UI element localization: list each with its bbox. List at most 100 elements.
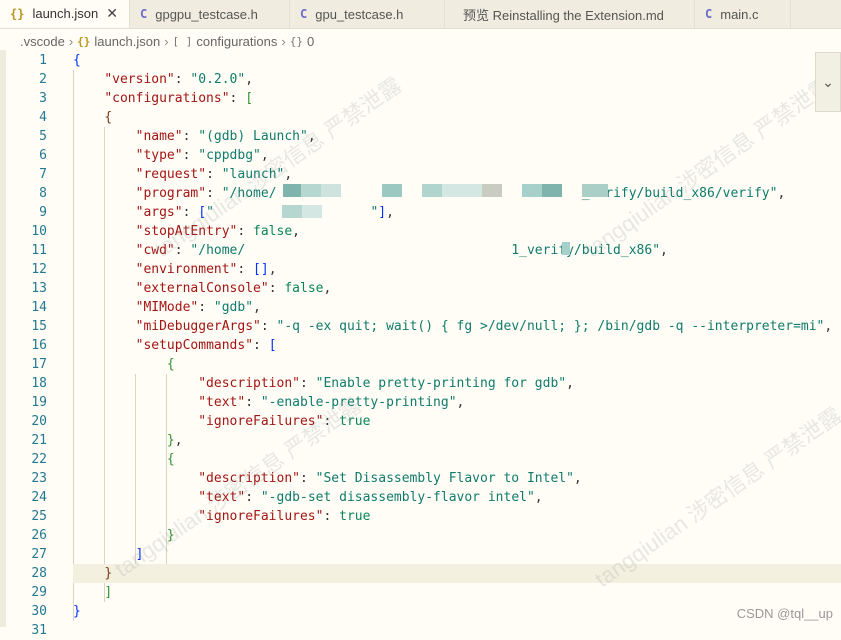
line-number: 24 <box>31 490 47 505</box>
line-number: 12 <box>31 262 47 277</box>
redaction-block <box>301 184 321 197</box>
line-number: 2 <box>39 72 47 87</box>
breadcrumb-folder[interactable]: .vscode <box>20 34 65 49</box>
code-line[interactable]: 10 "stopAtEntry": false, <box>0 222 841 241</box>
code-line[interactable]: 22 { <box>0 450 841 469</box>
code-line[interactable]: 20 "ignoreFailures": true <box>0 412 841 431</box>
line-number: 23 <box>31 471 47 486</box>
code-text: "environment": [], <box>135 262 277 277</box>
chevron-down-icon[interactable]: ⌄ <box>815 52 841 112</box>
tab-gpgpu-testcase-h[interactable]: Cgpgpu_testcase.h <box>130 0 290 28</box>
line-number: 11 <box>31 243 47 258</box>
line-number: 15 <box>31 319 47 334</box>
line-number: 16 <box>31 338 47 353</box>
code-text: "type": "cppdbg", <box>135 148 269 163</box>
code-line[interactable]: 15 "miDebuggerArgs": "-q -ex quit; wait(… <box>0 317 841 336</box>
csdn-credit: CSDN @tql__up <box>736 606 833 621</box>
close-icon[interactable]: ✕ <box>106 5 118 22</box>
breadcrumb-separator-icon: › <box>164 33 169 49</box>
redaction-block <box>562 242 570 255</box>
tab-label: 预览 Reinstalling the Extension.md <box>463 7 664 23</box>
line-number: 13 <box>31 281 47 296</box>
line-number: 20 <box>31 414 47 429</box>
code-text: "configurations": [ <box>104 91 254 106</box>
line-number: 14 <box>31 300 47 315</box>
breadcrumb-file[interactable]: launch.json <box>94 34 160 49</box>
line-number: 26 <box>31 528 47 543</box>
code-text: "version": "0.2.0", <box>104 72 254 87</box>
code-line[interactable]: 19 "text": "-enable-pretty-printing", <box>0 393 841 412</box>
line-number: 19 <box>31 395 47 410</box>
line-number: 27 <box>31 547 47 562</box>
line-number: 3 <box>39 91 47 106</box>
breadcrumb: .vscode › {} launch.json › [ ] configura… <box>20 32 314 50</box>
line-number: 8 <box>39 186 47 201</box>
redaction-block <box>282 205 302 218</box>
line-number: 7 <box>39 167 47 182</box>
tab-reinstalling-the-extension-md[interactable]: 预览 Reinstalling the Extension.md <box>445 0 695 28</box>
code-line[interactable]: 26 } <box>0 526 841 545</box>
code-line[interactable]: 11 "cwd": "/home/ 1_verify/build_x86", <box>0 241 841 260</box>
redaction-block <box>442 184 482 197</box>
code-line[interactable]: 2 "version": "0.2.0", <box>0 70 841 89</box>
tab-label: gpu_testcase.h <box>315 6 404 22</box>
code-editor[interactable]: 1{2 "version": "0.2.0", 3 "configurations… <box>0 51 841 638</box>
json-file-icon: {} <box>10 6 25 21</box>
line-number: 4 <box>39 110 47 125</box>
line-number: 22 <box>31 452 47 467</box>
code-line[interactable]: 16 "setupCommands": [ <box>0 336 841 355</box>
code-line[interactable]: 18 "description": "Enable pretty-printin… <box>0 374 841 393</box>
code-line[interactable]: 3 "configurations": [ <box>0 89 841 108</box>
line-number: 28 <box>31 566 47 581</box>
breadcrumb-item[interactable]: 0 <box>307 34 314 49</box>
code-line[interactable]: 4 { <box>0 108 841 127</box>
code-text: "miDebuggerArgs": "-q -ex quit; wait() {… <box>135 319 833 334</box>
code-text: } <box>104 566 113 581</box>
code-text: { <box>73 53 81 68</box>
code-line[interactable]: 17 { <box>0 355 841 374</box>
tab-bar: {} launch.json ✕ Cgpgpu_testcase.h Cgpu_test… <box>0 0 841 29</box>
code-text: { <box>104 110 113 125</box>
code-line[interactable]: 12 "environment": [], <box>0 260 841 279</box>
line-number: 17 <box>31 357 47 372</box>
code-text: ] <box>104 585 113 600</box>
code-line[interactable]: 8 "program": "/home/ _verify/build_x86/v… <box>0 184 841 203</box>
code-line[interactable]: 13 "externalConsole": false, <box>0 279 841 298</box>
redaction-block <box>482 184 502 197</box>
redaction-block <box>302 205 322 218</box>
redaction-block <box>542 184 562 197</box>
code-line[interactable]: 29 ] <box>0 583 841 602</box>
line-number: 18 <box>31 376 47 391</box>
breadcrumb-separator-icon: › <box>68 33 74 49</box>
code-text: "MIMode": "gdb", <box>135 300 261 315</box>
code-text: } <box>73 604 81 619</box>
c-file-icon: C <box>705 7 713 21</box>
code-line[interactable]: 30} <box>0 602 841 621</box>
code-text: "description": "Enable pretty-printing f… <box>198 376 574 391</box>
code-line[interactable]: 31 <box>0 621 841 640</box>
line-number: 10 <box>31 224 47 239</box>
redaction-block <box>582 184 608 197</box>
line-number: 5 <box>39 129 47 144</box>
code-text: "name": "(gdb) Launch", <box>135 129 316 144</box>
code-text: { <box>166 452 175 467</box>
code-text: }, <box>166 433 183 448</box>
code-line[interactable]: 21 }, <box>0 431 841 450</box>
redaction-block <box>422 184 442 197</box>
code-text: "description": "Set Disassembly Flavor t… <box>198 471 582 486</box>
breadcrumb-section[interactable]: configurations <box>196 34 277 49</box>
tab-launch-json[interactable]: {} launch.json ✕ <box>0 0 130 28</box>
code-line[interactable]: 14 "MIMode": "gdb", <box>0 298 841 317</box>
line-number: 21 <box>31 433 47 448</box>
redaction-block <box>382 184 402 197</box>
tab-label: launch.json <box>32 6 99 21</box>
line-number: 31 <box>31 623 47 638</box>
tab-label: gpgpu_testcase.h <box>155 6 258 22</box>
code-line[interactable]: 9 "args": [" "], <box>0 203 841 222</box>
code-line[interactable]: 1{ <box>0 51 841 70</box>
line-number: 25 <box>31 509 47 524</box>
tab-gpu-testcase-h[interactable]: Cgpu_testcase.h <box>290 0 445 28</box>
tab-main-c[interactable]: Cmain.c <box>695 0 791 28</box>
code-text: "setupCommands": [ <box>135 338 277 353</box>
breadcrumb-separator-icon: › <box>281 33 286 49</box>
